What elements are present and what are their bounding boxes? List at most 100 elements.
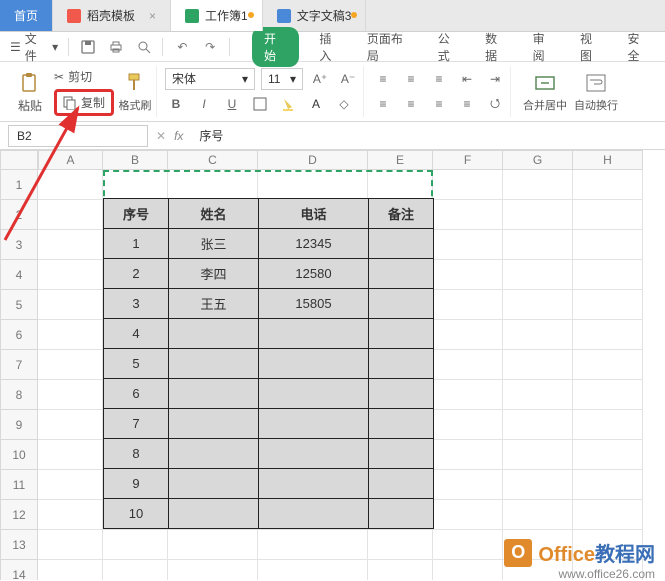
cell[interactable] xyxy=(168,530,258,560)
table-header[interactable]: 姓名 xyxy=(169,199,259,229)
copy-button[interactable]: 复制 xyxy=(63,94,105,111)
cell[interactable] xyxy=(433,560,503,580)
italic-button[interactable]: I xyxy=(193,93,215,115)
close-icon[interactable]: × xyxy=(149,9,156,23)
table-cell[interactable]: 8 xyxy=(104,439,169,469)
tab-home[interactable]: 首页 xyxy=(0,0,53,31)
align-center-button[interactable]: ≡ xyxy=(400,93,422,115)
cell[interactable] xyxy=(573,440,643,470)
column-header[interactable]: H xyxy=(573,150,643,170)
table-cell[interactable]: 李四 xyxy=(169,259,259,289)
cell[interactable] xyxy=(38,470,103,500)
cell[interactable] xyxy=(503,350,573,380)
table-cell[interactable]: 张三 xyxy=(169,229,259,259)
cell[interactable] xyxy=(433,290,503,320)
cell[interactable] xyxy=(503,320,573,350)
fill-color-button[interactable] xyxy=(277,93,299,115)
row-header[interactable]: 14 xyxy=(0,560,38,580)
cell[interactable] xyxy=(38,290,103,320)
row-header[interactable]: 3 xyxy=(0,230,38,260)
merge-center-button[interactable]: 合并居中 xyxy=(519,66,571,118)
column-header[interactable]: G xyxy=(503,150,573,170)
table-cell[interactable]: 王五 xyxy=(169,289,259,319)
formula-value[interactable]: 序号 xyxy=(199,127,223,144)
cell[interactable] xyxy=(503,410,573,440)
column-header[interactable]: F xyxy=(433,150,503,170)
row-header[interactable]: 11 xyxy=(0,470,38,500)
cell[interactable] xyxy=(433,500,503,530)
underline-button[interactable]: U xyxy=(221,93,243,115)
table-cell[interactable] xyxy=(369,319,434,349)
cell[interactable] xyxy=(103,170,168,200)
table-cell[interactable]: 9 xyxy=(104,469,169,499)
cell[interactable] xyxy=(573,470,643,500)
cell[interactable] xyxy=(38,200,103,230)
table-cell[interactable] xyxy=(259,379,369,409)
column-header[interactable]: C xyxy=(168,150,258,170)
table-cell[interactable] xyxy=(169,349,259,379)
cell[interactable] xyxy=(573,350,643,380)
cell[interactable] xyxy=(103,530,168,560)
cell[interactable] xyxy=(38,560,103,580)
ribbon-tab-start[interactable]: 开始 xyxy=(252,27,299,67)
row-header[interactable]: 4 xyxy=(0,260,38,290)
cell[interactable] xyxy=(38,320,103,350)
table-cell[interactable]: 15805 xyxy=(259,289,369,319)
table-cell[interactable] xyxy=(169,469,259,499)
cell[interactable] xyxy=(433,440,503,470)
table-cell[interactable] xyxy=(369,229,434,259)
row-header[interactable]: 6 xyxy=(0,320,38,350)
row-header[interactable]: 10 xyxy=(0,440,38,470)
table-cell[interactable] xyxy=(259,409,369,439)
cell[interactable] xyxy=(258,560,368,580)
preview-icon[interactable] xyxy=(135,38,153,56)
wrap-text-button[interactable]: 自动换行 xyxy=(573,66,619,118)
select-all-corner[interactable] xyxy=(0,150,38,170)
cell[interactable] xyxy=(573,260,643,290)
ribbon-tab-data[interactable]: 数据 xyxy=(481,28,512,66)
table-cell[interactable] xyxy=(369,379,434,409)
cell[interactable] xyxy=(38,380,103,410)
cell[interactable] xyxy=(433,470,503,500)
ribbon-tab-layout[interactable]: 页面布局 xyxy=(363,28,418,66)
table-header[interactable]: 备注 xyxy=(369,199,434,229)
table-cell[interactable] xyxy=(369,259,434,289)
cell[interactable] xyxy=(38,170,103,200)
column-header[interactable]: D xyxy=(258,150,368,170)
table-cell[interactable] xyxy=(369,349,434,379)
align-middle-button[interactable]: ≡ xyxy=(400,68,422,90)
cell[interactable] xyxy=(168,170,258,200)
table-cell[interactable] xyxy=(169,499,259,529)
cell[interactable] xyxy=(38,500,103,530)
format-painter-button[interactable]: 格式刷 xyxy=(118,66,152,118)
cell[interactable] xyxy=(573,410,643,440)
cell[interactable] xyxy=(433,200,503,230)
cut-button[interactable]: ✂剪切 xyxy=(54,68,114,85)
table-cell[interactable]: 6 xyxy=(104,379,169,409)
table-cell[interactable]: 1 xyxy=(104,229,169,259)
table-cell[interactable] xyxy=(259,499,369,529)
cell[interactable] xyxy=(503,380,573,410)
tab-templates[interactable]: 稻壳模板× xyxy=(53,0,171,31)
column-header[interactable]: A xyxy=(38,150,103,170)
table-cell[interactable] xyxy=(369,409,434,439)
increase-font-button[interactable]: A⁺ xyxy=(309,68,331,90)
table-cell[interactable] xyxy=(259,319,369,349)
cell[interactable] xyxy=(38,440,103,470)
cell[interactable] xyxy=(258,170,368,200)
cell[interactable] xyxy=(433,410,503,440)
row-header[interactable]: 7 xyxy=(0,350,38,380)
align-right-button[interactable]: ≡ xyxy=(428,93,450,115)
spreadsheet-grid[interactable]: ABCDEFGH 1234567891011121314 序号姓名电话备注1张三… xyxy=(0,150,665,580)
cell[interactable] xyxy=(38,350,103,380)
cell[interactable] xyxy=(368,530,433,560)
align-left-button[interactable]: ≡ xyxy=(372,93,394,115)
table-cell[interactable] xyxy=(259,469,369,499)
tab-document[interactable]: 文字文稿3 xyxy=(263,0,367,31)
table-cell[interactable] xyxy=(259,439,369,469)
ribbon-tab-insert[interactable]: 插入 xyxy=(315,28,346,66)
ribbon-tab-review[interactable]: 审阅 xyxy=(529,28,560,66)
cell[interactable] xyxy=(38,260,103,290)
table-cell[interactable] xyxy=(369,439,434,469)
orientation-button[interactable]: ⭯ xyxy=(484,93,506,115)
